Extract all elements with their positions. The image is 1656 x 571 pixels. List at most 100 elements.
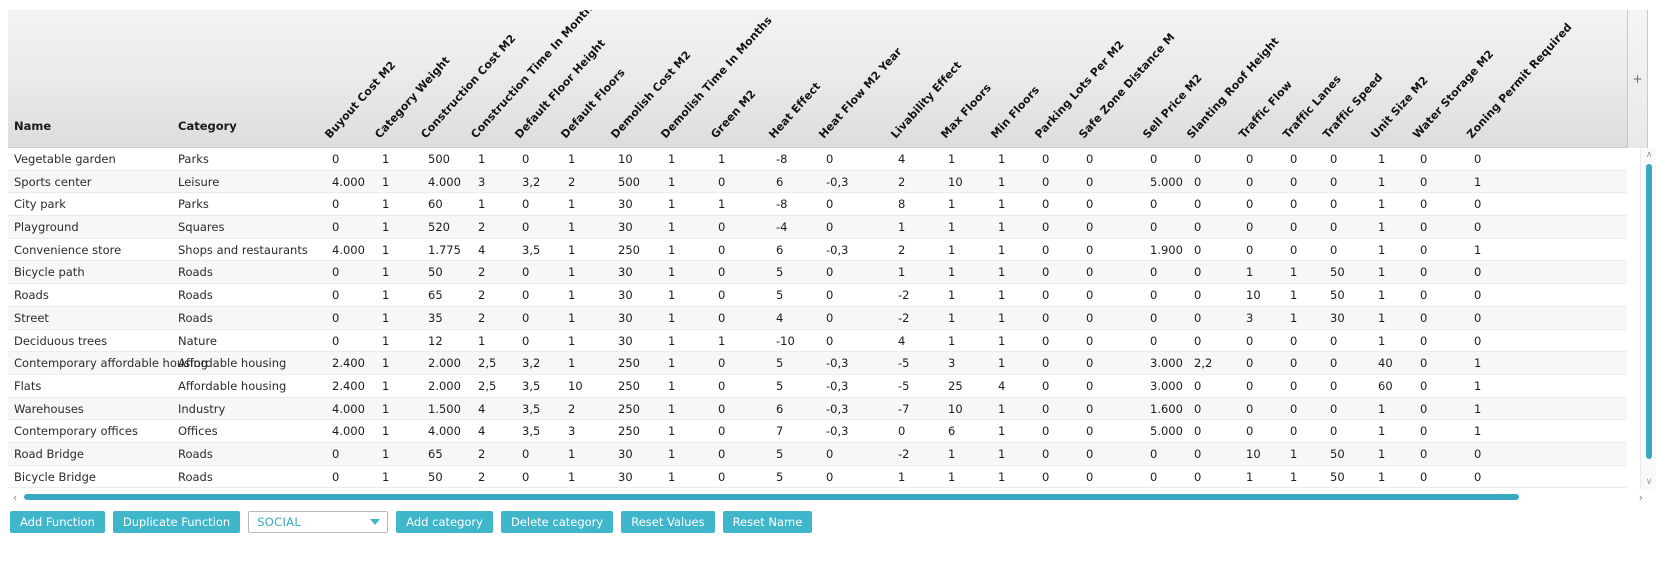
cell-min_floors[interactable]: 1: [998, 197, 1005, 211]
cell-sell_price_m2[interactable]: 0: [1150, 220, 1157, 234]
cell-unit_size_m2[interactable]: 1: [1378, 243, 1385, 257]
cell-heat_flow_m2_year[interactable]: -0,3: [826, 402, 848, 416]
cell-heat_flow_m2_year[interactable]: -0,3: [826, 424, 848, 438]
cell-buyout_cost_m2[interactable]: 0: [332, 265, 339, 279]
cell-zoning_permit_required[interactable]: 1: [1474, 402, 1481, 416]
cell-heat_flow_m2_year[interactable]: -0,3: [826, 243, 848, 257]
cell-zoning_permit_required[interactable]: 1: [1474, 379, 1481, 393]
cell-demolish_time_in_months[interactable]: 1: [668, 175, 675, 189]
cell-unit_size_m2[interactable]: 1: [1378, 402, 1385, 416]
grid-body[interactable]: Vegetable garden Parks 0 1 500 1 0 1 10 1 1 -8 0 4 1 1 0…: [8, 148, 1627, 489]
cell-slanting_roof_height[interactable]: 0: [1194, 334, 1201, 348]
cell-zoning_permit_required[interactable]: 1: [1474, 243, 1481, 257]
cell-water_storage_m2[interactable]: 0: [1420, 175, 1427, 189]
cell-construction_cost_m2[interactable]: 4.000: [428, 175, 461, 189]
cell-min_floors[interactable]: 4: [998, 379, 1005, 393]
cell-max_floors[interactable]: 1: [948, 334, 955, 348]
cell-unit_size_m2[interactable]: 1: [1378, 424, 1385, 438]
cell-construction_time_in_months[interactable]: 2: [478, 265, 485, 279]
cell-unit_size_m2[interactable]: 1: [1378, 197, 1385, 211]
cell-zoning_permit_required[interactable]: 1: [1474, 175, 1481, 189]
cell-category_weight[interactable]: 1: [382, 311, 389, 325]
cell-default_floors[interactable]: 2: [568, 402, 575, 416]
cell-traffic_lanes[interactable]: 0: [1290, 220, 1297, 234]
cell-parking_lots_per_m2[interactable]: 0: [1042, 379, 1049, 393]
column-header-max_floors[interactable]: Max Floors: [938, 81, 994, 141]
cell-name[interactable]: Convenience store: [14, 243, 121, 257]
table-row[interactable]: Deciduous trees Nature 0 1 12 1 0 1 30 1 1 -10 0 4 1 1 0…: [8, 330, 1627, 353]
cell-water_storage_m2[interactable]: 0: [1420, 197, 1427, 211]
table-row[interactable]: Vegetable garden Parks 0 1 500 1 0 1 10 1 1 -8 0 4 1 1 0…: [8, 148, 1627, 171]
cell-demolish_cost_m2[interactable]: 30: [618, 447, 633, 461]
cell-default_floors[interactable]: 1: [568, 197, 575, 211]
cell-buyout_cost_m2[interactable]: 2.400: [332, 356, 365, 370]
cell-heat_effect[interactable]: 5: [776, 379, 783, 393]
column-header-name[interactable]: Name: [14, 119, 51, 133]
cell-construction_time_in_months[interactable]: 1: [478, 152, 485, 166]
cell-traffic_lanes[interactable]: 1: [1290, 288, 1297, 302]
cell-green_m2[interactable]: 0: [718, 402, 725, 416]
column-header-green_m2[interactable]: Green M2: [708, 87, 758, 141]
cell-min_floors[interactable]: 1: [998, 220, 1005, 234]
cell-sell_price_m2[interactable]: 5.000: [1150, 424, 1183, 438]
cell-heat_flow_m2_year[interactable]: -0,3: [826, 379, 848, 393]
cell-default_floor_height[interactable]: 0: [522, 447, 529, 461]
cell-default_floors[interactable]: 1: [568, 152, 575, 166]
cell-slanting_roof_height[interactable]: 0: [1194, 152, 1201, 166]
cell-traffic_lanes[interactable]: 0: [1290, 424, 1297, 438]
cell-buyout_cost_m2[interactable]: 2.400: [332, 379, 365, 393]
cell-demolish_cost_m2[interactable]: 500: [618, 175, 640, 189]
cell-min_floors[interactable]: 1: [998, 424, 1005, 438]
cell-traffic_flow[interactable]: 1: [1246, 470, 1253, 484]
cell-parking_lots_per_m2[interactable]: 0: [1042, 265, 1049, 279]
scroll-down-icon[interactable]: ∨: [1641, 475, 1656, 489]
cell-green_m2[interactable]: 0: [718, 243, 725, 257]
cell-parking_lots_per_m2[interactable]: 0: [1042, 197, 1049, 211]
cell-water_storage_m2[interactable]: 0: [1420, 288, 1427, 302]
cell-safe_zone_distance_m[interactable]: 0: [1086, 402, 1093, 416]
cell-name[interactable]: Playground: [14, 220, 79, 234]
cell-traffic_speed[interactable]: 0: [1330, 424, 1337, 438]
cell-max_floors[interactable]: 1: [948, 265, 955, 279]
cell-parking_lots_per_m2[interactable]: 0: [1042, 356, 1049, 370]
cell-category_weight[interactable]: 1: [382, 288, 389, 302]
cell-zoning_permit_required[interactable]: 1: [1474, 424, 1481, 438]
cell-traffic_speed[interactable]: 0: [1330, 379, 1337, 393]
cell-category_weight[interactable]: 1: [382, 220, 389, 234]
cell-heat_flow_m2_year[interactable]: 0: [826, 470, 833, 484]
cell-traffic_flow[interactable]: 0: [1246, 175, 1253, 189]
cell-construction_cost_m2[interactable]: 2.000: [428, 379, 461, 393]
cell-max_floors[interactable]: 1: [948, 220, 955, 234]
cell-name[interactable]: Bicycle Bridge: [14, 470, 96, 484]
table-row[interactable]: Convenience store Shops and restaurants 4.…: [8, 239, 1627, 262]
cell-demolish_time_in_months[interactable]: 1: [668, 402, 675, 416]
cell-category[interactable]: Roads: [178, 265, 213, 279]
cell-zoning_permit_required[interactable]: 0: [1474, 470, 1481, 484]
cell-slanting_roof_height[interactable]: 0: [1194, 288, 1201, 302]
cell-traffic_lanes[interactable]: 0: [1290, 152, 1297, 166]
cell-min_floors[interactable]: 1: [998, 288, 1005, 302]
column-header-heat_flow_m2_year[interactable]: Heat Flow M2 Year: [816, 45, 904, 141]
cell-livability_effect[interactable]: -5: [898, 379, 909, 393]
cell-demolish_cost_m2[interactable]: 30: [618, 220, 633, 234]
cell-construction_time_in_months[interactable]: 4: [478, 243, 485, 257]
cell-construction_cost_m2[interactable]: 50: [428, 265, 443, 279]
cell-zoning_permit_required[interactable]: 0: [1474, 220, 1481, 234]
cell-traffic_lanes[interactable]: 0: [1290, 175, 1297, 189]
cell-default_floor_height[interactable]: 0: [522, 220, 529, 234]
cell-sell_price_m2[interactable]: 0: [1150, 470, 1157, 484]
cell-name[interactable]: Deciduous trees: [14, 334, 107, 348]
cell-traffic_flow[interactable]: 0: [1246, 243, 1253, 257]
cell-unit_size_m2[interactable]: 1: [1378, 288, 1385, 302]
cell-traffic_flow[interactable]: 10: [1246, 288, 1261, 302]
cell-livability_effect[interactable]: 0: [898, 424, 905, 438]
cell-heat_flow_m2_year[interactable]: 0: [826, 311, 833, 325]
cell-sell_price_m2[interactable]: 1.600: [1150, 402, 1183, 416]
table-row[interactable]: Road Bridge Roads 0 1 65 2 0 1 30 1 0 5 0 -2 1 1 0 0 0 0 10 1…: [8, 442, 1627, 466]
cell-sell_price_m2[interactable]: 0: [1150, 334, 1157, 348]
cell-category_weight[interactable]: 1: [382, 197, 389, 211]
cell-parking_lots_per_m2[interactable]: 0: [1042, 288, 1049, 302]
cell-traffic_speed[interactable]: 0: [1330, 334, 1337, 348]
cell-slanting_roof_height[interactable]: 2,2: [1194, 356, 1212, 370]
cell-name[interactable]: Sports center: [14, 175, 92, 189]
